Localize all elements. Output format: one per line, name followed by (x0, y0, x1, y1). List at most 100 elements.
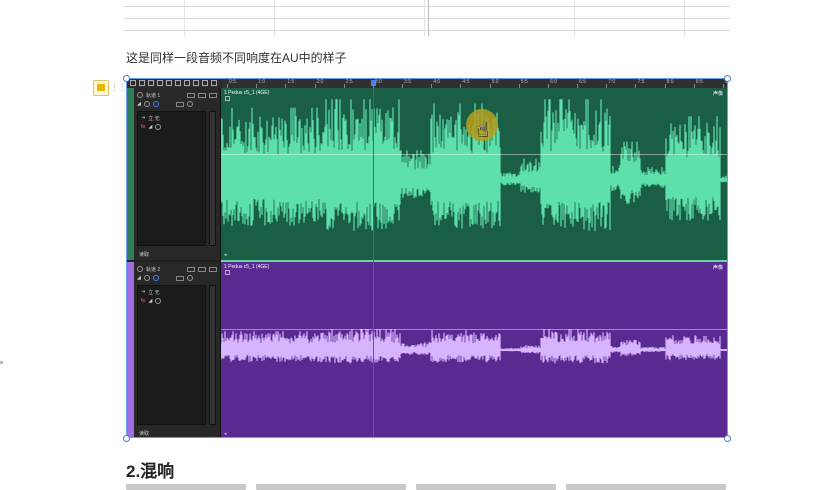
resize-handle-bottom-left[interactable] (123, 435, 130, 442)
track-effects-panel: ⇥ 立 无 fx ◢ (137, 285, 206, 425)
ruler-tick-label: 1:5 (287, 79, 295, 85)
track-menu-icon[interactable] (137, 92, 143, 98)
ruler-tick-label: 2:5 (345, 79, 353, 85)
track-name[interactable]: 轨道 2 (146, 266, 160, 273)
playhead[interactable] (373, 88, 374, 437)
fx-power-button[interactable] (155, 124, 162, 130)
pan-knob[interactable] (152, 275, 159, 281)
volume-knob[interactable] (143, 275, 150, 281)
pan-knob[interactable] (152, 101, 159, 107)
track-menu-icon[interactable] (137, 266, 143, 272)
tool-icon (139, 80, 145, 86)
ruler-tick-label: 5:5 (520, 79, 528, 85)
clip-pan-label: 声像 (712, 265, 723, 271)
tool-icon (202, 80, 208, 86)
tool-icon (211, 80, 217, 86)
fx-icon[interactable]: fx (141, 298, 145, 304)
ruler-tick-label: 4:5 (462, 79, 470, 85)
clip-title: 1 Pedus c5_1 (4GE) (224, 264, 270, 270)
volume-knob[interactable] (143, 101, 150, 107)
tool-icon (184, 80, 190, 86)
ruler-tick-label: 3:5 (404, 79, 411, 85)
time-ruler[interactable]: 0:5 1:0 1:5 2:0 2:5 3:0 3:5 4:0 4:5 5:0 5:5 6:0 6:5 7… (221, 79, 727, 88)
image-edit-icon[interactable] (93, 80, 109, 96)
track-volume-row: ◢ (137, 274, 193, 282)
clip-corner-icon: ◂ (224, 431, 227, 437)
clip-pan-label: 声像 (712, 91, 723, 97)
ruler-tick-label: 4:0 (433, 79, 441, 85)
track-automation-mode[interactable]: 读取 (139, 430, 149, 437)
resize-handle-top-right[interactable] (724, 75, 731, 82)
track-name[interactable]: 轨道 1 (146, 92, 160, 99)
track-effects-panel: ⇥ 立 无 fx ◢ (137, 111, 206, 246)
ruler-tick-label: 7:5 (637, 79, 645, 85)
section-heading: 2.混响 (126, 462, 175, 481)
monitor-button[interactable] (175, 275, 184, 281)
output-knob[interactable] (186, 275, 193, 281)
tool-icon (130, 80, 136, 86)
tool-icon (175, 80, 181, 86)
ruler-tick-label: 6:0 (549, 79, 557, 85)
audition-screenshot[interactable]: 0:5 1:0 1:5 2:0 2:5 3:0 3:5 4:0 4:5 5:0 5:5 6:0 6:5 7… (126, 78, 728, 438)
ruler-tick-label: 6:5 (579, 79, 587, 85)
output-knob[interactable] (186, 101, 193, 107)
arm-button[interactable] (209, 266, 218, 272)
resize-handle-bottom-right[interactable] (724, 435, 731, 442)
image-caption: 这是同样一段音频不同响度在AU中的样子 (126, 51, 347, 65)
side-mark (0, 361, 3, 364)
tool-icon (148, 80, 154, 86)
clip-fx-icon[interactable] (225, 270, 230, 275)
ruler-tick-label: 8:5 (695, 79, 703, 85)
hand-cursor-icon: ☝ (476, 119, 489, 141)
tool-icon (157, 80, 163, 86)
track-name-row: 轨道 2 (137, 265, 218, 273)
fx-power-button[interactable] (155, 298, 162, 304)
track-volume-row: ◢ (137, 100, 193, 108)
drag-handle-icon[interactable]: ⋮⋮ (110, 82, 127, 92)
track-2-clip[interactable]: 1 Pedus c5_1 (4GE) 声像 ◂ (221, 262, 727, 437)
track-fx-row: fx ◢ (141, 297, 162, 305)
resize-handle-top-left[interactable] (123, 75, 130, 82)
track-color-bar (127, 262, 134, 437)
clip-corner-icon: ◂ (224, 252, 227, 258)
volume-icon: ◢ (137, 275, 141, 281)
track-1-header: 轨道 1 ◢ ⇥ 立 无 fx ◢ 读取 (127, 88, 221, 260)
mute-button[interactable] (187, 266, 196, 272)
volume-envelope-line[interactable] (221, 154, 727, 155)
ruler-tick-label: 0:5 (229, 79, 236, 85)
ruler-tick-label: 2:0 (316, 79, 324, 85)
previous-figure-remnant (124, 0, 730, 36)
solo-button[interactable] (198, 266, 207, 272)
fx-icon[interactable]: fx (141, 124, 145, 130)
ruler-tick-label: 5:0 (491, 79, 499, 85)
monitor-button[interactable] (175, 101, 184, 107)
track-name-row: 轨道 1 (137, 91, 218, 99)
track-input-row: ⇥ 立 无 (141, 114, 160, 122)
fx-meter-icon: ◢ (148, 298, 153, 304)
ruler-tick-label: 8:0 (666, 79, 674, 85)
volume-envelope-line[interactable] (221, 329, 727, 330)
fx-meter-icon: ◢ (148, 124, 153, 130)
cut-off-paragraph (126, 484, 726, 490)
track-input[interactable]: 立 无 (148, 115, 159, 122)
track-2-header: 轨道 2 ◢ ⇥ 立 无 fx ◢ 读取 (127, 262, 221, 437)
clip-title: 1 Pedus c5_1 (4GE) (224, 90, 270, 96)
track-2-waveform (221, 329, 727, 364)
solo-button[interactable] (198, 92, 207, 98)
volume-icon: ◢ (137, 101, 141, 107)
track-input[interactable]: 立 无 (148, 289, 159, 296)
track-color-bar (127, 88, 134, 260)
track-panel-scrollbar[interactable] (209, 111, 216, 246)
track-input-row: ⇥ 立 无 (141, 288, 160, 296)
clip-fx-icon[interactable] (225, 96, 230, 101)
arm-button[interactable] (209, 92, 218, 98)
track-automation-mode[interactable]: 读取 (139, 251, 149, 258)
input-icon: ⇥ (141, 115, 146, 121)
mute-button[interactable] (187, 92, 196, 98)
ruler-tick-label: 7:0 (608, 79, 616, 85)
input-icon: ⇥ (141, 289, 146, 295)
ruler-tick-label: 3:0 (374, 79, 382, 85)
ruler-tick-label: 1:0 (258, 79, 266, 85)
track-panel-scrollbar[interactable] (209, 285, 216, 425)
track-fx-row: fx ◢ (141, 123, 162, 131)
